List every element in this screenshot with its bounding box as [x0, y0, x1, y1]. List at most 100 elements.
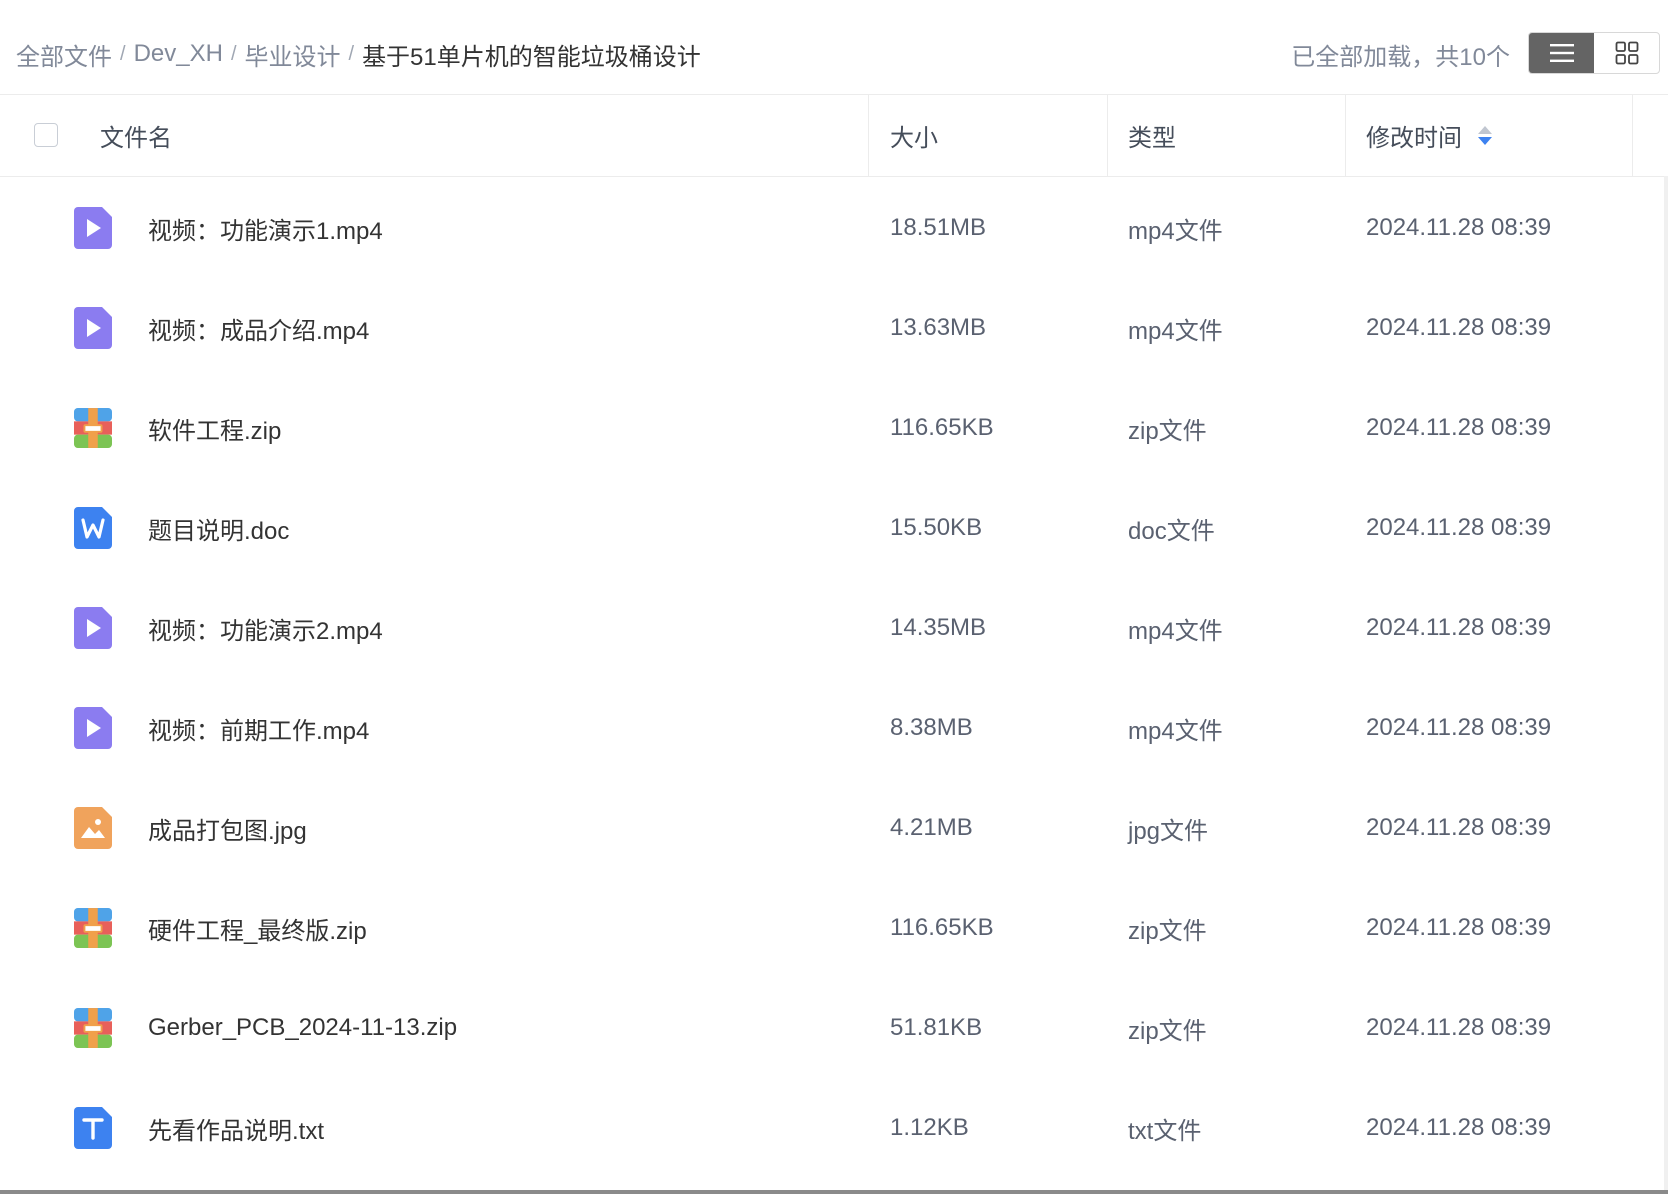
column-divider[interactable] [1632, 94, 1633, 176]
file-size: 18.51MB [890, 214, 987, 241]
file-icon-cell [74, 678, 112, 778]
file-size: 1.12KB [890, 1114, 969, 1141]
file-name[interactable]: 硬件工程_最终版.zip [148, 878, 367, 978]
video-file-icon [74, 307, 112, 349]
file-name[interactable]: 视频：功能演示1.mp4 [148, 178, 383, 278]
column-header-type[interactable]: 类型 [1128, 94, 1176, 176]
breadcrumb: 全部文件 / Dev_XH / 毕业设计 / 基于51单片机的智能垃圾桶设计 [16, 0, 701, 108]
file-row[interactable]: 软件工程.zip 116.65KB zip文件 2024.11.28 08:39 [0, 378, 1668, 478]
column-header-modified[interactable]: 修改时间 [1366, 94, 1492, 176]
file-size: 8.38MB [890, 714, 973, 741]
file-icon-cell [74, 578, 112, 678]
file-modified: 2024.11.28 08:39 [1366, 514, 1552, 541]
file-size: 116.65KB [890, 414, 994, 441]
file-size: 4.21MB [890, 814, 973, 841]
sort-icon[interactable] [1478, 125, 1492, 145]
file-name[interactable]: 视频：功能演示2.mp4 [148, 578, 383, 678]
file-icon-cell [74, 1078, 112, 1178]
breadcrumb-separator: / [230, 42, 237, 65]
file-type: zip文件 [1128, 1017, 1207, 1045]
breadcrumb-dev-xh[interactable]: Dev_XH [134, 40, 223, 68]
file-row[interactable]: 成品打包图.jpg 4.21MB jpg文件 2024.11.28 08:39 [0, 778, 1668, 878]
file-row[interactable]: 题目说明.doc 15.50KB doc文件 2024.11.28 08:39 [0, 478, 1668, 578]
file-icon-cell [74, 778, 112, 878]
breadcrumb-all-files[interactable]: 全部文件 [16, 37, 112, 72]
word-file-icon [74, 507, 112, 549]
file-type: mp4文件 [1128, 717, 1223, 745]
column-header-size[interactable]: 大小 [890, 94, 938, 176]
breadcrumb-separator: / [120, 42, 126, 65]
text-file-icon [74, 1107, 112, 1149]
zip-file-icon [74, 407, 112, 449]
file-modified: 2024.11.28 08:39 [1366, 814, 1552, 841]
column-divider[interactable] [868, 94, 869, 176]
sort-ascending-icon [1478, 125, 1492, 134]
file-modified: 2024.11.28 08:39 [1366, 214, 1552, 241]
grid-view-button[interactable] [1594, 33, 1659, 73]
file-name[interactable]: Gerber_PCB_2024-11-13.zip [148, 978, 457, 1078]
breadcrumb-separator: / [348, 42, 355, 65]
file-modified: 2024.11.28 08:39 [1366, 1114, 1552, 1141]
zip-file-icon [74, 1007, 112, 1049]
grid-icon [1615, 41, 1638, 65]
file-modified: 2024.11.28 08:39 [1366, 914, 1552, 941]
zip-file-icon [74, 907, 112, 949]
file-browser: 全部文件 / Dev_XH / 毕业设计 / 基于51单片机的智能垃圾桶设计 已… [0, 0, 1668, 1194]
file-type: doc文件 [1128, 517, 1215, 545]
file-type: zip文件 [1128, 417, 1207, 445]
file-type: mp4文件 [1128, 317, 1223, 345]
top-bar: 全部文件 / Dev_XH / 毕业设计 / 基于51单片机的智能垃圾桶设计 已… [0, 0, 1668, 95]
load-status: 已全部加载，共10个 [1291, 43, 1510, 71]
file-icon-cell [74, 978, 112, 1078]
breadcrumb-graduation-design[interactable]: 毕业设计 [245, 37, 341, 72]
image-file-icon [74, 807, 112, 849]
view-toggle [1528, 32, 1660, 74]
file-type: zip文件 [1128, 917, 1207, 945]
file-list: 视频：功能演示1.mp4 18.51MB mp4文件 2024.11.28 08… [0, 178, 1668, 1178]
file-icon-cell [74, 178, 112, 278]
file-modified: 2024.11.28 08:39 [1366, 714, 1552, 741]
file-icon-cell [74, 878, 112, 978]
column-header-name[interactable]: 文件名 [100, 94, 172, 176]
column-header-modified-label: 修改时间 [1366, 124, 1462, 152]
file-row[interactable]: 视频：前期工作.mp4 8.38MB mp4文件 2024.11.28 08:3… [0, 678, 1668, 778]
file-type: txt文件 [1128, 1117, 1202, 1145]
video-file-icon [74, 707, 112, 749]
file-type: mp4文件 [1128, 617, 1223, 645]
file-modified: 2024.11.28 08:39 [1366, 314, 1552, 341]
sort-descending-icon [1478, 136, 1492, 145]
file-size: 13.63MB [890, 314, 987, 341]
file-name[interactable]: 视频：前期工作.mp4 [148, 678, 369, 778]
file-row[interactable]: Gerber_PCB_2024-11-13.zip 51.81KB zip文件 … [0, 978, 1668, 1078]
scrollbar[interactable] [1664, 176, 1668, 1190]
file-type: jpg文件 [1128, 817, 1209, 845]
select-all-cell [34, 94, 58, 176]
file-size: 14.35MB [890, 614, 987, 641]
file-icon-cell [74, 378, 112, 478]
file-size: 15.50KB [890, 514, 983, 541]
file-type: mp4文件 [1128, 217, 1223, 245]
file-row[interactable]: 视频：成品介绍.mp4 13.63MB mp4文件 2024.11.28 08:… [0, 278, 1668, 378]
list-icon [1549, 44, 1574, 62]
column-divider[interactable] [1107, 94, 1108, 176]
file-icon-cell [74, 278, 112, 378]
file-name[interactable]: 题目说明.doc [148, 478, 289, 578]
file-row[interactable]: 硬件工程_最终版.zip 116.65KB zip文件 2024.11.28 0… [0, 878, 1668, 978]
column-divider[interactable] [1345, 94, 1346, 176]
file-modified: 2024.11.28 08:39 [1366, 614, 1552, 641]
file-name[interactable]: 先看作品说明.txt [148, 1078, 324, 1178]
file-modified: 2024.11.28 08:39 [1366, 1014, 1552, 1041]
bottom-border [0, 1190, 1668, 1194]
select-all-checkbox[interactable] [34, 123, 58, 147]
file-name[interactable]: 视频：成品介绍.mp4 [148, 278, 369, 378]
list-view-button[interactable] [1529, 33, 1594, 73]
table-header: 文件名 大小 类型 修改时间 [0, 94, 1668, 177]
file-row[interactable]: 先看作品说明.txt 1.12KB txt文件 2024.11.28 08:39 [0, 1078, 1668, 1178]
file-row[interactable]: 视频：功能演示1.mp4 18.51MB mp4文件 2024.11.28 08… [0, 178, 1668, 278]
file-row[interactable]: 视频：功能演示2.mp4 14.35MB mp4文件 2024.11.28 08… [0, 578, 1668, 678]
file-name[interactable]: 成品打包图.jpg [148, 778, 307, 878]
file-size: 51.81KB [890, 1014, 983, 1041]
video-file-icon [74, 207, 112, 249]
file-name[interactable]: 软件工程.zip [148, 378, 281, 478]
video-file-icon [74, 607, 112, 649]
